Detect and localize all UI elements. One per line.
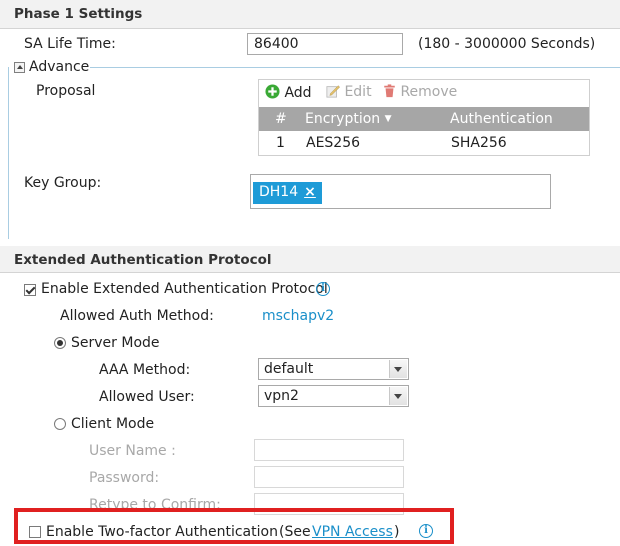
xauth-title: Extended Authentication Protocol [14,252,272,268]
sa-life-time-label: SA Life Time: [24,36,116,52]
edit-button[interactable]: Edit [326,84,372,100]
aaa-method-value: default [264,361,314,377]
chevron-down-icon [389,387,407,405]
allowed-user-value: vpn2 [264,388,299,404]
two-factor-see-suffix: ) [394,524,400,540]
col-header-authentication[interactable]: Authentication [450,111,553,127]
edit-label: Edit [344,84,372,100]
allowed-auth-method-value: mschapv2 [262,308,335,324]
phase1-settings-header: Phase 1 Settings [0,0,620,29]
add-label: Add [284,85,312,101]
edit-icon [326,85,340,98]
key-group-tag-label: DH14 [259,184,299,200]
add-icon [265,84,280,99]
allowed-auth-method-label: Allowed Auth Method: [60,308,214,324]
server-mode-radio[interactable] [54,337,66,349]
trash-icon [384,84,395,98]
enable-xauth-label: Enable Extended Authentication Protocol [41,281,328,297]
vpn-access-link[interactable]: VPN Access [312,524,393,540]
row-authentication: SHA256 [451,135,507,151]
col-header-encryption-label: Encryption [305,111,381,127]
proposal-table: Add Edit Remove # Encryption ▼ Authentic… [258,79,590,156]
remove-button[interactable]: Remove [383,84,457,100]
proposal-toolbar: Add Edit Remove [259,80,589,106]
chevron-down-icon [389,360,407,378]
table-header-row: # Encryption ▼ Authentication [259,107,589,131]
sa-life-time-hint: (180 - 3000000 Seconds) [418,36,596,52]
advance-fieldset-border-left [8,67,9,239]
table-row[interactable]: 1 AES256 SHA256 [259,131,589,155]
col-header-encryption[interactable]: Encryption ▼ [305,111,392,127]
aaa-method-label: AAA Method: [99,362,191,378]
info-icon[interactable]: i [316,282,330,296]
advance-legend: Advance [29,59,90,75]
allowed-user-select[interactable]: vpn2 [258,385,409,407]
two-factor-see-prefix: (See [279,524,311,540]
key-group-tag: DH14 × [253,182,322,204]
client-mode-label: Client Mode [71,416,155,432]
sort-desc-icon: ▼ [384,114,392,124]
aaa-method-select[interactable]: default [258,358,409,380]
key-group-field[interactable]: DH14 × [250,174,551,209]
allowed-user-label: Allowed User: [99,389,195,405]
enable-xauth-checkbox[interactable] [24,284,36,296]
sa-life-time-input[interactable] [247,33,403,55]
proposal-label: Proposal [36,83,96,99]
two-factor-label: Enable Two-factor Authentication [46,524,278,540]
two-factor-checkbox[interactable] [29,526,41,538]
user-name-input[interactable] [254,439,404,461]
remove-label: Remove [400,84,458,100]
password-input[interactable] [254,466,404,488]
row-encryption: AES256 [306,135,361,151]
col-header-index[interactable]: # [275,111,287,127]
client-mode-radio[interactable] [54,418,66,430]
phase1-settings-title: Phase 1 Settings [14,6,143,22]
row-index: 1 [276,135,285,151]
add-button[interactable]: Add [265,84,312,101]
tag-remove-icon[interactable]: × [304,184,316,200]
xauth-header: Extended Authentication Protocol [0,246,620,273]
key-group-label: Key Group: [24,175,102,191]
password-label: Password: [89,470,160,486]
advance-fieldset-border-top [90,67,620,68]
two-factor-info-icon[interactable]: i [419,524,433,538]
collapse-toggle-icon[interactable] [14,62,25,73]
server-mode-label: Server Mode [71,335,160,351]
user-name-label: User Name : [89,443,176,459]
